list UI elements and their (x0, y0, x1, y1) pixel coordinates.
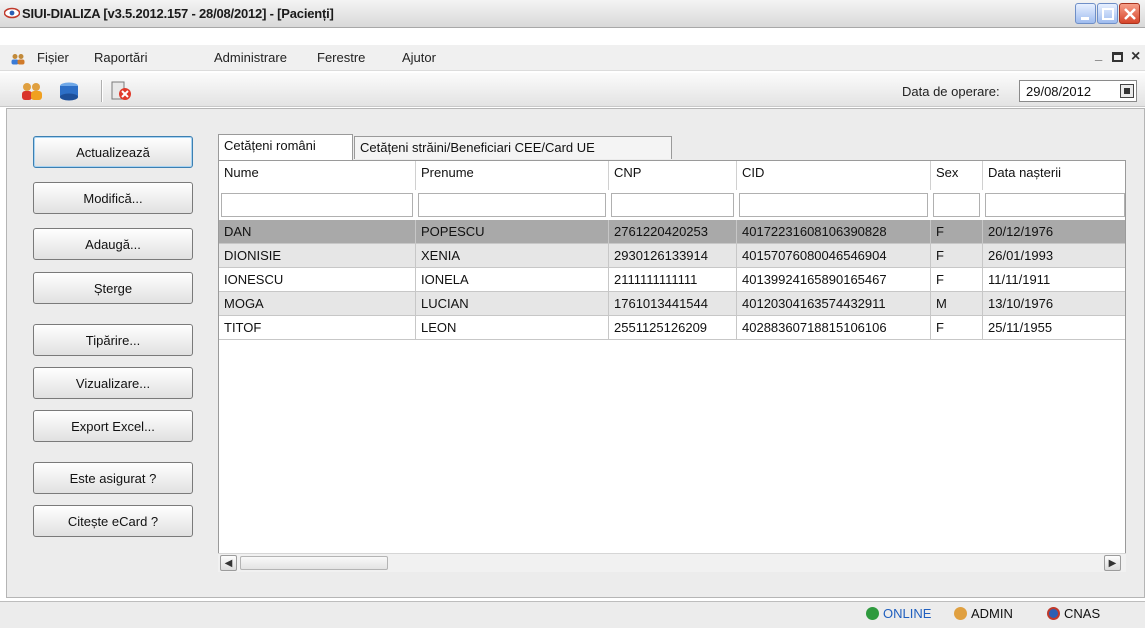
filter-sex[interactable] (933, 193, 980, 217)
horizontal-scrollbar[interactable]: ◀ ▶ (218, 553, 1126, 572)
exit-icon[interactable] (110, 81, 134, 101)
cell-cnp: 2551125126209 (609, 316, 737, 340)
cell-cid: 40139924165890165467 (737, 268, 931, 292)
cell-cnp: 2761220420253 (609, 220, 737, 244)
cell-cid: 40172231608106390828 (737, 220, 931, 244)
title-bar: SIUI-DIALIZA [v3.5.2012.157 - 28/08/2012… (0, 0, 1145, 28)
column-header-prenume[interactable]: Prenume (416, 161, 609, 190)
minimize-icon (1081, 17, 1089, 20)
cell-birthdate: 25/11/1955 (983, 316, 1125, 340)
cell-birthdate: 11/11/1911 (983, 268, 1125, 292)
patients-grid: Nume Prenume CNP CID Sex Data nașterii D… (218, 160, 1126, 572)
cell-sex: M (931, 292, 983, 316)
close-button[interactable] (1119, 3, 1140, 24)
cell-nume: MOGA (219, 292, 416, 316)
tab-foreign-citizens[interactable]: Cetățeni străini/Beneficiari CEE/Card UE (354, 136, 672, 159)
export-excel-button[interactable]: Export Excel... (33, 410, 193, 442)
cell-sex: F (931, 316, 983, 340)
menu-fisier[interactable]: Fișier (37, 50, 69, 65)
cell-prenume: POPESCU (416, 220, 609, 244)
cell-cid: 40120304163574432911 (737, 292, 931, 316)
add-button[interactable]: Adaugă... (33, 228, 193, 260)
cell-birthdate: 26/01/1993 (983, 244, 1125, 268)
close-icon (1124, 8, 1136, 20)
table-row[interactable]: TITOF LEON 2551125126209 402883607188151… (219, 316, 1125, 340)
status-org-label: CNAS (1064, 606, 1101, 621)
column-header-cid[interactable]: CID (737, 161, 931, 190)
cell-cid: 40288360718815106106 (737, 316, 931, 340)
user-icon (954, 607, 967, 620)
operation-date-value: 29/08/2012 (1026, 84, 1092, 99)
cell-cid: 40157076080046546904 (737, 244, 931, 268)
calendar-icon[interactable] (1120, 84, 1134, 98)
status-online: ONLINE (862, 604, 935, 625)
maximize-icon (1102, 8, 1114, 20)
status-org: CNAS (1043, 604, 1104, 625)
table-row[interactable]: DAN POPESCU 2761220420253 40172231608106… (219, 220, 1125, 244)
status-user: ADMIN (950, 604, 1017, 625)
cell-nume: DIONISIE (219, 244, 416, 268)
operation-date-label: Data de operare: (902, 84, 1000, 99)
modify-button[interactable]: Modifică... (33, 182, 193, 214)
status-online-label: ONLINE (883, 606, 932, 621)
eye-icon (1047, 607, 1060, 620)
print-button[interactable]: Tipărire... (33, 324, 193, 356)
filter-nume[interactable] (221, 193, 413, 217)
scroll-left-icon[interactable]: ◀ (220, 555, 237, 571)
column-header-sex[interactable]: Sex (931, 161, 983, 190)
eye-icon (4, 7, 20, 19)
cell-prenume: XENIA (416, 244, 609, 268)
menu-raportari[interactable]: Raportări (94, 50, 147, 65)
menu-ferestre[interactable]: Ferestre (317, 50, 365, 65)
preview-button[interactable]: Vizualizare... (33, 367, 193, 399)
cell-cnp: 1761013441544 (609, 292, 737, 316)
cell-sex: F (931, 244, 983, 268)
mdi-minimize-button[interactable]: _ (1095, 47, 1102, 62)
tab-romanian-citizens[interactable]: Cetățeni români (218, 134, 353, 160)
scroll-right-icon[interactable]: ▶ (1104, 555, 1121, 571)
operation-date-field[interactable]: 29/08/2012 (1019, 80, 1137, 102)
minimize-button[interactable] (1075, 3, 1096, 24)
cell-cnp: 2930126133914 (609, 244, 737, 268)
window-title: SIUI-DIALIZA [v3.5.2012.157 - 28/08/2012… (22, 6, 334, 21)
column-header-nume[interactable]: Nume (219, 161, 416, 190)
cell-birthdate: 20/12/1976 (983, 220, 1125, 244)
delete-button[interactable]: Șterge (33, 272, 193, 304)
table-row[interactable]: MOGA LUCIAN 1761013441544 40120304163574… (219, 292, 1125, 316)
cell-nume: IONESCU (219, 268, 416, 292)
filter-birthdate[interactable] (985, 193, 1125, 217)
column-header-cnp[interactable]: CNP (609, 161, 737, 190)
cell-prenume: IONELA (416, 268, 609, 292)
menu-bar (0, 45, 1145, 71)
toolbar-separator (101, 80, 103, 102)
cell-sex: F (931, 220, 983, 244)
users-menu-icon (11, 54, 25, 65)
filter-cnp[interactable] (611, 193, 734, 217)
users-icon[interactable] (20, 81, 44, 101)
cell-nume: DAN (219, 220, 416, 244)
filter-prenume[interactable] (418, 193, 606, 217)
column-header-birthdate[interactable]: Data nașterii (983, 161, 1125, 190)
filter-cid[interactable] (739, 193, 928, 217)
online-icon (866, 607, 879, 620)
table-row[interactable]: DIONISIE XENIA 2930126133914 40157076080… (219, 244, 1125, 268)
cell-prenume: LUCIAN (416, 292, 609, 316)
mdi-restore-button[interactable] (1112, 52, 1123, 62)
menu-ajutor[interactable]: Ajutor (402, 50, 436, 65)
cell-birthdate: 13/10/1976 (983, 292, 1125, 316)
maximize-button[interactable] (1097, 3, 1118, 24)
table-row[interactable]: IONESCU IONELA 2111111111111 40139924165… (219, 268, 1125, 292)
menu-administrare[interactable]: Administrare (214, 50, 287, 65)
database-icon[interactable] (57, 81, 81, 101)
status-user-label: ADMIN (971, 606, 1013, 621)
cell-sex: F (931, 268, 983, 292)
scroll-thumb[interactable] (240, 556, 388, 570)
cell-prenume: LEON (416, 316, 609, 340)
cell-cnp: 2111111111111 (609, 268, 737, 292)
read-ecard-button[interactable]: Citește eCard ? (33, 505, 193, 537)
mdi-close-button[interactable]: × (1131, 48, 1140, 66)
cell-nume: TITOF (219, 316, 416, 340)
is-insured-button[interactable]: Este asigurat ? (33, 462, 193, 494)
refresh-button[interactable]: Actualizează (33, 136, 193, 168)
